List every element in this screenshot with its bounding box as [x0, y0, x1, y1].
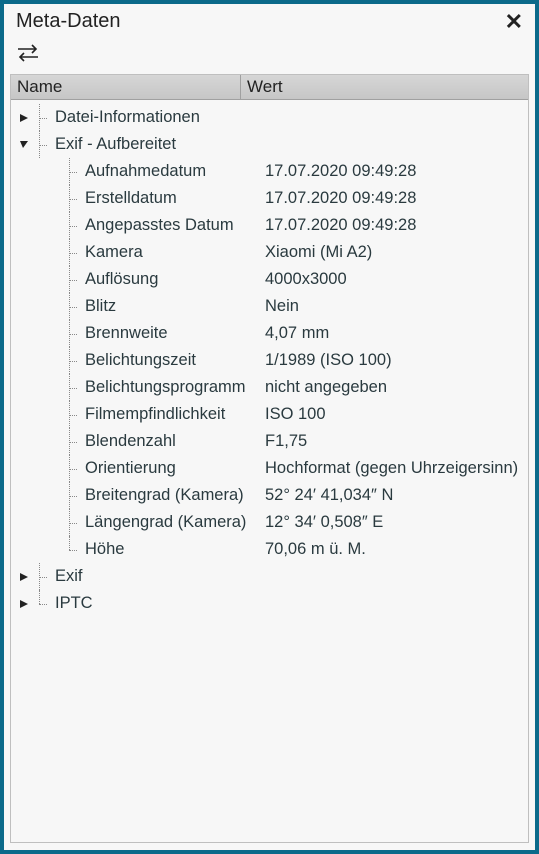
tree-branch: [67, 374, 81, 401]
tree-branch: [67, 428, 81, 455]
tree-branch: [67, 482, 81, 509]
tree-group-iptc[interactable]: IPTC: [13, 590, 528, 617]
item-value: Nein: [261, 297, 528, 316]
tree-item[interactable]: Orientierung Hochformat (gegen Uhrzeiger…: [13, 455, 528, 482]
item-name: Kamera: [85, 243, 261, 262]
tree-group-exif[interactable]: Exif: [13, 563, 528, 590]
tree-branch: [67, 401, 81, 428]
tree-branch: [67, 158, 81, 185]
item-value: 12° 34′ 0,508″ E: [261, 513, 528, 532]
item-value: 52° 24′ 41,034″ N: [261, 486, 528, 505]
item-name: Blitz: [85, 297, 261, 316]
item-name: Höhe: [85, 540, 261, 559]
item-value: 4000x3000: [261, 270, 528, 289]
tree-item[interactable]: Brennweite 4,07 mm: [13, 320, 528, 347]
expand-icon[interactable]: [19, 599, 33, 609]
tree-branch: [67, 455, 81, 482]
tree-item[interactable]: Breitengrad (Kamera) 52° 24′ 41,034″ N: [13, 482, 528, 509]
tree-branch: [67, 536, 81, 563]
item-name: Belichtungszeit: [85, 351, 261, 370]
tree-item[interactable]: Erstelldatum 17.07.2020 09:49:28: [13, 185, 528, 212]
item-name: Erstelldatum: [85, 189, 261, 208]
item-value: 4,07 mm: [261, 324, 528, 343]
item-name: Aufnahmedatum: [85, 162, 261, 181]
tree-item[interactable]: Belichtungszeit 1/1989 (ISO 100): [13, 347, 528, 374]
tree-item[interactable]: Blendenzahl F1,75: [13, 428, 528, 455]
item-name: Blendenzahl: [85, 432, 261, 451]
item-value: 17.07.2020 09:49:28: [261, 189, 528, 208]
item-name: Orientierung: [85, 459, 261, 478]
toolbar: [4, 43, 535, 74]
item-value: nicht angegeben: [261, 378, 528, 397]
item-value: 1/1989 (ISO 100): [261, 351, 528, 370]
column-header-value[interactable]: Wert: [241, 75, 528, 99]
group-label: Exif: [55, 567, 528, 586]
tree-branch: [67, 266, 81, 293]
tree-branch: [67, 509, 81, 536]
tree-branch: [37, 563, 51, 590]
tree-item[interactable]: Filmempfindlichkeit ISO 100: [13, 401, 528, 428]
item-name: Auflösung: [85, 270, 261, 289]
collapse-icon[interactable]: [19, 140, 33, 150]
tree-branch: [67, 212, 81, 239]
tree-item[interactable]: Belichtungsprogramm nicht angegeben: [13, 374, 528, 401]
expand-icon[interactable]: [19, 572, 33, 582]
item-value: Xiaomi (Mi A2): [261, 243, 528, 262]
tree-branch: [37, 590, 51, 617]
panel-header: Meta-Daten ✕: [4, 4, 535, 43]
tree-item[interactable]: Angepasstes Datum 17.07.2020 09:49:28: [13, 212, 528, 239]
tree-branch: [67, 347, 81, 374]
tree-item[interactable]: Auflösung 4000x3000: [13, 266, 528, 293]
tree-group-datei-informationen[interactable]: Datei-Informationen: [13, 104, 528, 131]
metadata-panel: Name Wert Datei-Informationen Exif - Auf…: [10, 74, 529, 843]
item-value: ISO 100: [261, 405, 528, 424]
group-label: IPTC: [55, 594, 528, 613]
tree-item[interactable]: Längengrad (Kamera) 12° 34′ 0,508″ E: [13, 509, 528, 536]
item-value: F1,75: [261, 432, 528, 451]
item-value: 17.07.2020 09:49:28: [261, 162, 528, 181]
item-value: 17.07.2020 09:49:28: [261, 216, 528, 235]
item-name: Belichtungsprogramm: [85, 378, 261, 397]
item-name: Brennweite: [85, 324, 261, 343]
tree-item[interactable]: Blitz Nein: [13, 293, 528, 320]
panel-title: Meta-Daten: [16, 10, 121, 33]
tree-branch: [67, 239, 81, 266]
tree-group-exif-aufbereitet[interactable]: Exif - Aufbereitet: [13, 131, 528, 158]
tree-item[interactable]: Aufnahmedatum 17.07.2020 09:49:28: [13, 158, 528, 185]
column-headers: Name Wert: [11, 75, 528, 100]
group-label: Exif - Aufbereitet: [55, 135, 528, 154]
item-name: Breitengrad (Kamera): [85, 486, 261, 505]
close-icon[interactable]: ✕: [505, 11, 523, 33]
expand-icon[interactable]: [19, 113, 33, 123]
tree-item[interactable]: Kamera Xiaomi (Mi A2): [13, 239, 528, 266]
item-value: 70,06 m ü. M.: [261, 540, 528, 559]
tree-branch: [67, 320, 81, 347]
item-name: Längengrad (Kamera): [85, 513, 261, 532]
tree-branch: [67, 185, 81, 212]
tree-branch: [37, 104, 51, 131]
item-value: Hochformat (gegen Uhrzeigersinn): [261, 459, 528, 478]
tree-branch: [67, 293, 81, 320]
metadata-tree[interactable]: Datei-Informationen Exif - Aufbereitet A…: [11, 100, 528, 842]
item-name: Angepasstes Datum: [85, 216, 261, 235]
item-name: Filmempfindlichkeit: [85, 405, 261, 424]
tree-item[interactable]: Höhe 70,06 m ü. M.: [13, 536, 528, 563]
group-label: Datei-Informationen: [55, 108, 528, 127]
column-header-name[interactable]: Name: [11, 75, 241, 99]
swap-icon[interactable]: [16, 43, 40, 63]
tree-branch: [37, 131, 51, 158]
